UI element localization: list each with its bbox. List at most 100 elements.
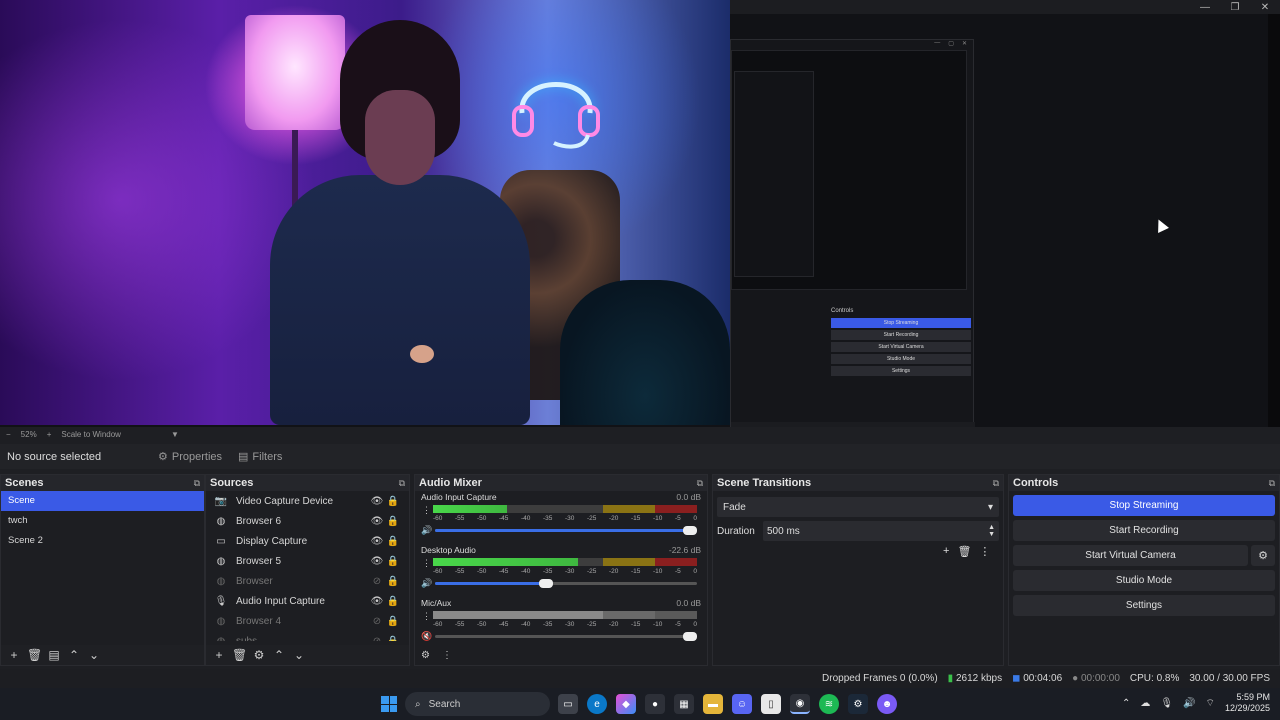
channel-menu-icon[interactable]: ⋮ xyxy=(422,558,431,569)
speaker-icon[interactable]: 🔊 xyxy=(1183,698,1195,709)
windows-start-icon[interactable] xyxy=(381,696,397,712)
tray-overflow-icon[interactable]: ⌃ xyxy=(1122,698,1130,709)
scene-filters-icon[interactable]: ▤ xyxy=(47,648,61,662)
start-recording-button[interactable]: Start Recording xyxy=(1013,520,1275,541)
discord-icon[interactable]: ☺ xyxy=(732,694,752,714)
lock-icon[interactable]: 🔒 xyxy=(385,616,401,627)
properties-button[interactable]: ⚙ Properties xyxy=(150,447,230,466)
remove-scene-icon[interactable]: 🗑 xyxy=(27,648,42,662)
spotify-icon[interactable]: ≋ xyxy=(819,694,839,714)
add-transition-icon[interactable]: + xyxy=(943,545,949,558)
move-up-icon[interactable]: ⌃ xyxy=(272,648,286,662)
duration-spinbox[interactable]: 500 ms ▲ ▼ xyxy=(763,521,999,541)
settings-button[interactable]: Settings xyxy=(1013,595,1275,616)
volume-slider[interactable] xyxy=(435,632,697,641)
channel-menu-icon[interactable]: ⋮ xyxy=(422,611,431,622)
speaker-icon[interactable]: 🔊 xyxy=(421,525,432,536)
gear-icon[interactable]: ⚙ xyxy=(1251,545,1275,566)
edge-icon[interactable]: e xyxy=(587,694,607,714)
lock-icon[interactable]: 🔒 xyxy=(385,536,401,547)
stop-streaming-button[interactable]: Stop Streaming xyxy=(1013,495,1275,516)
eye-icon[interactable]: 👁 xyxy=(369,496,385,507)
zoom-in-icon[interactable]: + xyxy=(47,430,52,439)
speaker-icon[interactable]: 🔊 xyxy=(421,578,432,589)
lock-icon[interactable]: 🔒 xyxy=(385,516,401,527)
folder-icon[interactable]: ▬ xyxy=(703,694,723,714)
source-item[interactable]: ◍ Browser 6 👁 🔒 xyxy=(206,511,409,531)
close-button[interactable]: ✕ xyxy=(1250,0,1280,14)
taskbar-search[interactable]: ⌕ Search xyxy=(405,692,550,716)
scene-item[interactable]: Scene 2 xyxy=(1,531,204,551)
muted-speaker-icon[interactable]: 🔇 xyxy=(421,631,432,642)
lock-icon[interactable]: 🔒 xyxy=(385,496,401,507)
add-source-icon[interactable]: + xyxy=(212,648,226,662)
studio-mode-button[interactable]: Studio Mode xyxy=(1013,570,1275,591)
slider-knob[interactable] xyxy=(683,526,697,535)
undock-icon[interactable]: ⧉ xyxy=(399,478,405,489)
slider-knob[interactable] xyxy=(683,632,697,641)
wifi-icon[interactable]: ⌔ xyxy=(1206,697,1215,710)
eye-icon[interactable]: 👁 xyxy=(369,516,385,527)
eye-hidden-icon[interactable]: ⊘ xyxy=(369,616,385,627)
undock-icon[interactable]: ⧉ xyxy=(194,478,200,489)
add-scene-icon[interactable]: + xyxy=(7,648,21,662)
transition-menu-icon[interactable]: ⋮ xyxy=(979,545,990,558)
undock-icon[interactable]: ⧉ xyxy=(697,478,703,489)
channel-menu-icon[interactable]: ⋮ xyxy=(422,505,431,516)
scale-dropdown-icon[interactable]: ▼ xyxy=(171,430,179,439)
source-item[interactable]: ◍ Browser ⊘ 🔒 xyxy=(206,571,409,591)
lock-icon[interactable]: 🔒 xyxy=(385,596,401,607)
lock-icon[interactable]: 🔒 xyxy=(385,636,401,642)
mouse-cursor-icon xyxy=(1153,217,1169,233)
scene-item[interactable]: twch xyxy=(1,511,204,531)
obs-icon[interactable]: ◉ xyxy=(790,694,810,714)
source-item[interactable]: 📷 Video Capture Device 👁 🔒 xyxy=(206,491,409,511)
source-settings-icon[interactable]: ⚙ xyxy=(252,648,266,662)
volume-slider[interactable] xyxy=(435,526,697,535)
volume-slider[interactable] xyxy=(435,579,697,588)
zoom-out-icon[interactable]: − xyxy=(6,430,11,439)
steam-icon[interactable]: ⚙ xyxy=(848,694,868,714)
source-item[interactable]: 🎙 Audio Input Capture 👁 🔒 xyxy=(206,591,409,611)
cloud-icon[interactable]: ☁ xyxy=(1140,698,1150,709)
search-label: Search xyxy=(428,698,461,710)
microphone-icon[interactable]: 🎙 xyxy=(1160,698,1173,709)
move-down-icon[interactable]: ⌄ xyxy=(87,648,101,662)
start-virtual-camera-button[interactable]: Start Virtual Camera xyxy=(1013,545,1248,566)
preview-canvas[interactable]: — ▢ ✕ Controls Stop Streaming Start Record… xyxy=(0,0,1280,435)
undock-icon[interactable]: ⧉ xyxy=(993,478,999,489)
mixer-menu-icon[interactable]: ⋮ xyxy=(442,650,452,661)
eye-icon[interactable]: 👁 xyxy=(369,556,385,567)
advanced-audio-icon[interactable]: ⚙ xyxy=(421,650,430,661)
undock-icon[interactable]: ⧉ xyxy=(1269,478,1275,489)
minimize-button[interactable]: — xyxy=(1190,0,1220,14)
transition-select[interactable]: Fade ▾ xyxy=(717,497,999,517)
eye-hidden-icon[interactable]: ⊘ xyxy=(369,636,385,642)
maximize-button[interactable]: ❐ xyxy=(1220,0,1250,14)
lock-icon[interactable]: 🔒 xyxy=(385,576,401,587)
source-item[interactable]: ◍ subs ⊘ 🔒 xyxy=(206,631,409,642)
remove-transition-icon[interactable]: 🗑 xyxy=(957,545,971,558)
chat-app-icon[interactable]: ☻ xyxy=(877,694,897,714)
remove-source-icon[interactable]: 🗑 xyxy=(232,648,247,662)
move-down-icon[interactable]: ⌄ xyxy=(292,648,306,662)
document-icon[interactable]: ▯ xyxy=(761,694,781,714)
scene-item[interactable]: Scene xyxy=(1,491,204,511)
source-item[interactable]: ◍ Browser 4 ⊘ 🔒 xyxy=(206,611,409,631)
spin-arrows-icon[interactable]: ▲ ▼ xyxy=(988,524,995,538)
eye-hidden-icon[interactable]: ⊘ xyxy=(369,576,385,587)
source-item[interactable]: ▭ Display Capture 👁 🔒 xyxy=(206,531,409,551)
source-item[interactable]: ◍ Browser 5 👁 🔒 xyxy=(206,551,409,571)
slider-knob[interactable] xyxy=(539,579,553,588)
lock-icon[interactable]: 🔒 xyxy=(385,556,401,567)
store-icon[interactable]: ▦ xyxy=(674,694,694,714)
eye-icon[interactable]: 👁 xyxy=(369,596,385,607)
clock[interactable]: 5:59 PM 12/29/2025 xyxy=(1225,692,1270,714)
nested-controls-title: Controls xyxy=(831,308,854,314)
eye-icon[interactable]: 👁 xyxy=(369,536,385,547)
move-up-icon[interactable]: ⌃ xyxy=(67,648,81,662)
copilot-icon[interactable]: ◆ xyxy=(616,694,636,714)
filters-button[interactable]: ▤ Filters xyxy=(230,447,290,466)
pin-icon[interactable]: ● xyxy=(645,694,665,714)
task-view-icon[interactable]: ▭ xyxy=(558,694,578,714)
